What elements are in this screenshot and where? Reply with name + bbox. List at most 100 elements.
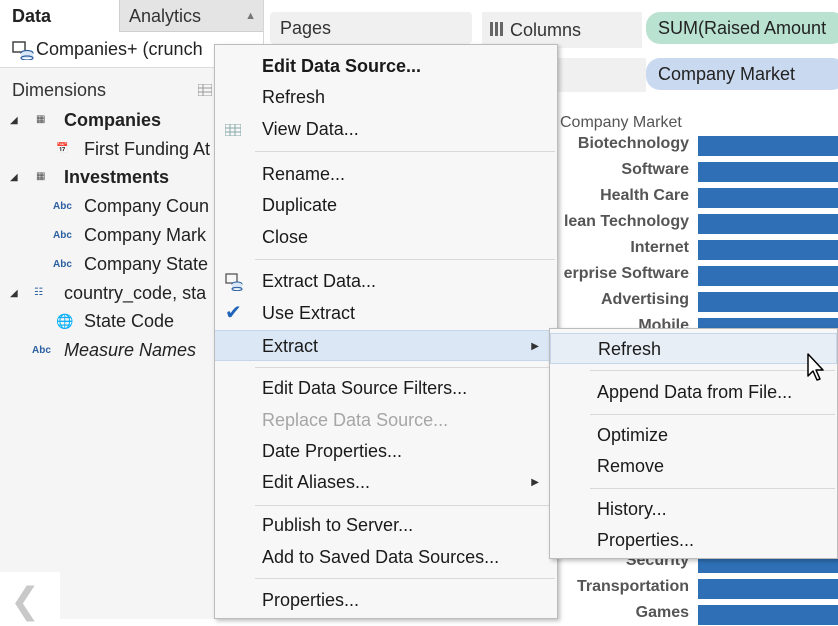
menu-item-label: Edit Aliases... xyxy=(262,472,371,492)
menu-item-label: View Data... xyxy=(262,119,359,139)
tree-item-label: Company Mark xyxy=(84,225,207,245)
menu-item-label: Edit Data Source... xyxy=(262,56,422,76)
menu-item-properties[interactable]: Properties... xyxy=(215,585,557,616)
chart-bar[interactable] xyxy=(698,579,838,599)
mouse-cursor-icon xyxy=(807,353,824,381)
chart-bar[interactable] xyxy=(698,136,838,156)
chart-category-label: Internet xyxy=(630,239,689,256)
tree-item-label: Company Coun xyxy=(84,196,210,216)
menu-item-close[interactable]: Close xyxy=(215,222,557,253)
sort-arrows-icon[interactable]: ▲ xyxy=(245,0,256,32)
chart-bar[interactable] xyxy=(698,240,838,260)
pages-shelf[interactable]: Pages xyxy=(270,12,472,44)
submenu-arrow-icon: ▶ xyxy=(531,341,539,352)
submenu-item-optimize[interactable]: Optimize xyxy=(550,420,837,451)
menu-item-add-to-saved-data-sources[interactable]: Add to Saved Data Sources... xyxy=(215,542,557,573)
menu-item-edit-data-source-filters[interactable]: Edit Data Source Filters... xyxy=(215,373,557,404)
menu-item-label: Close xyxy=(262,227,309,247)
extract-submenu: Refresh Append Data from File... Optimiz… xyxy=(549,328,838,559)
menu-separator xyxy=(590,488,835,489)
collapse-triangle-icon[interactable]: ◢ xyxy=(10,107,18,135)
menu-separator xyxy=(255,259,555,260)
menu-item-publish-to-server[interactable]: Publish to Server... xyxy=(215,510,557,541)
chart-bar[interactable] xyxy=(698,605,838,625)
hierarchy-icon: ☷ xyxy=(34,287,43,298)
chart-category-label: Software xyxy=(621,161,689,178)
menu-item-extract[interactable]: Extract ▶ xyxy=(215,330,557,361)
submenu-item-label: Append Data from File... xyxy=(597,382,793,402)
tree-item-label: Investments xyxy=(64,167,170,187)
columns-pill-sum-raised-amount[interactable]: SUM(Raised Amount xyxy=(646,12,838,44)
abc-string-icon: Abc xyxy=(32,345,51,356)
tree-item-label: Companies xyxy=(64,110,162,130)
submenu-item-label: History... xyxy=(597,499,667,519)
chart-bar[interactable] xyxy=(698,292,838,312)
menu-item-edit-aliases[interactable]: Edit Aliases... ▶ xyxy=(215,467,557,498)
menu-item-refresh[interactable]: Refresh xyxy=(215,82,557,113)
checkmark-icon: ✔ xyxy=(225,302,242,324)
menu-item-date-properties[interactable]: Date Properties... xyxy=(215,436,557,467)
menu-item-label: Extract Data... xyxy=(262,271,377,291)
tab-data[interactable]: Data xyxy=(0,0,120,32)
submenu-item-history[interactable]: History... xyxy=(550,494,837,525)
chart-bar[interactable] xyxy=(698,214,838,234)
abc-string-icon: Abc xyxy=(53,230,72,241)
menu-item-extract-data[interactable]: Extract Data... xyxy=(215,266,557,297)
menu-item-label: Rename... xyxy=(262,164,346,184)
menu-separator xyxy=(255,367,555,368)
submenu-item-remove[interactable]: Remove xyxy=(550,451,837,482)
tree-item-label: country_code, sta xyxy=(64,283,207,303)
menu-item-view-data[interactable]: View Data... xyxy=(215,114,557,145)
data-source-icon xyxy=(12,41,34,60)
dimensions-grid-icon[interactable] xyxy=(198,84,212,96)
menu-item-duplicate[interactable]: Duplicate xyxy=(215,190,557,221)
chevron-left-icon[interactable]: ❮ xyxy=(10,580,40,622)
menu-item-replace-data-source: Replace Data Source... xyxy=(215,405,557,436)
calendar-icon: 📅 xyxy=(56,143,69,154)
tree-item-label: Measure Names xyxy=(64,340,197,360)
tree-item-label: First Funding At xyxy=(84,139,211,159)
chart-category-label: lean Technology xyxy=(563,213,689,230)
submenu-item-label: Remove xyxy=(597,456,665,476)
grid-icon xyxy=(225,124,241,136)
columns-shelf-label: Columns xyxy=(482,12,642,48)
tab-analytics[interactable]: Analytics ▲ xyxy=(120,0,263,32)
menu-separator xyxy=(590,370,835,371)
submenu-item-properties[interactable]: Properties... xyxy=(550,525,837,556)
chart-category-label: Transportation xyxy=(576,578,689,595)
submenu-item-append-data-from-file[interactable]: Append Data from File... xyxy=(550,377,837,408)
menu-separator xyxy=(590,414,835,415)
menu-item-edit-data-source[interactable]: Edit Data Source... xyxy=(215,51,557,82)
chart-bar[interactable] xyxy=(698,188,838,208)
chart-category-label: Biotechnology xyxy=(577,135,689,152)
rows-pill-company-market[interactable]: Company Market xyxy=(646,58,838,90)
menu-separator xyxy=(255,151,555,152)
data-source-name[interactable]: Companies+ (crunch xyxy=(36,39,203,60)
menu-item-label: Add to Saved Data Sources... xyxy=(262,547,500,567)
chart-category-label: Health Care xyxy=(600,187,689,204)
chart-bar[interactable] xyxy=(698,162,838,182)
submenu-item-label: Refresh xyxy=(598,339,662,359)
table-icon: ▦ xyxy=(36,114,46,125)
tree-item-label: Company State xyxy=(84,254,209,274)
table-icon: ▦ xyxy=(36,171,46,182)
submenu-item-refresh[interactable]: Refresh xyxy=(550,333,837,364)
chart-category-label: Advertising xyxy=(600,291,689,308)
rows-shelf[interactable] xyxy=(556,58,646,92)
columns-icon xyxy=(490,22,503,36)
menu-item-label: Extract xyxy=(262,336,319,356)
menu-item-label: Properties... xyxy=(262,590,360,610)
menu-item-label: Duplicate xyxy=(262,195,338,215)
menu-item-label: Use Extract xyxy=(262,303,356,323)
menu-separator xyxy=(255,505,555,506)
collapse-triangle-icon[interactable]: ◢ xyxy=(10,280,18,308)
collapse-triangle-icon[interactable]: ◢ xyxy=(10,164,18,192)
abc-string-icon: Abc xyxy=(53,259,72,270)
menu-item-label: Refresh xyxy=(262,87,326,107)
chart-axis-header: Company Market xyxy=(560,114,682,131)
tree-item-label: State Code xyxy=(84,311,175,331)
chart-bar[interactable] xyxy=(698,266,838,286)
menu-item-rename[interactable]: Rename... xyxy=(215,159,557,190)
menu-item-use-extract[interactable]: ✔ Use Extract xyxy=(215,298,557,329)
menu-separator xyxy=(255,578,555,579)
